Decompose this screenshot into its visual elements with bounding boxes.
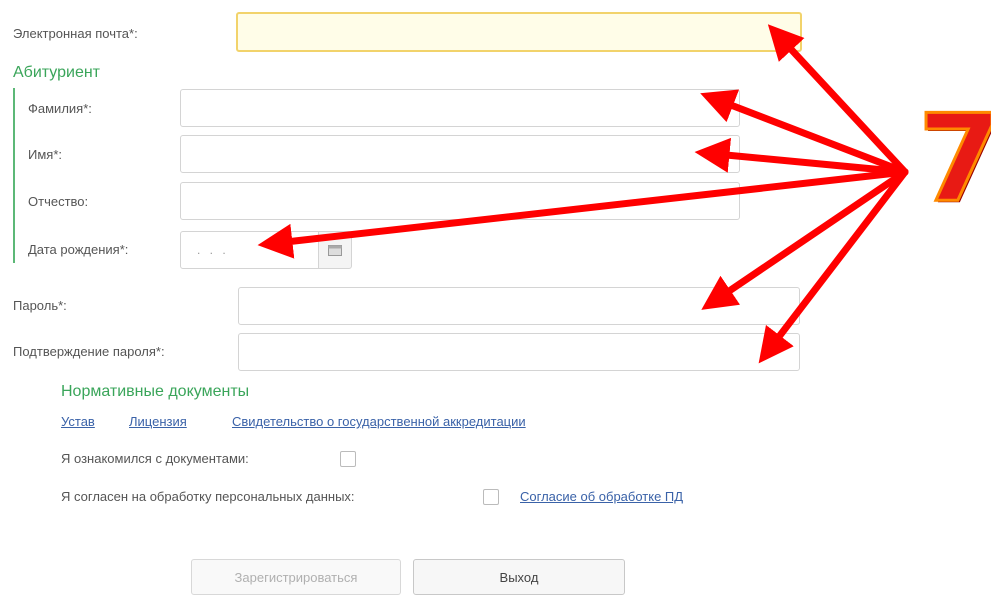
applicant-section-title: Абитуриент <box>13 64 100 81</box>
middle-name-input[interactable] <box>180 182 740 220</box>
password-confirm-label: Подтверждение пароля*: <box>13 344 165 359</box>
consent-checkbox[interactable] <box>483 489 499 505</box>
last-name-input[interactable] <box>180 89 740 127</box>
password-input[interactable] <box>238 287 800 325</box>
password-confirm-input[interactable] <box>238 333 800 371</box>
birth-date-label: Дата рождения*: <box>28 242 129 257</box>
annotation-number: 7 <box>917 90 991 229</box>
section-divider <box>13 88 15 263</box>
documents-section-title: Нормативные документы <box>61 383 250 400</box>
calendar-button[interactable] <box>318 231 352 269</box>
acknowledge-label: Я ознакомился с документами: <box>61 451 249 466</box>
license-link[interactable]: Лицензия <box>129 414 187 429</box>
password-label: Пароль*: <box>13 298 67 313</box>
email-input[interactable] <box>236 12 802 52</box>
consent-label: Я согласен на обработку персональных дан… <box>61 489 355 504</box>
calendar-icon <box>328 245 342 256</box>
first-name-label: Имя*: <box>28 147 62 162</box>
acknowledge-checkbox[interactable] <box>340 451 356 467</box>
arrow-password-confirm <box>758 168 909 364</box>
birth-date-placeholder: . . . <box>197 243 229 257</box>
arrow-email <box>767 24 909 176</box>
first-name-input[interactable] <box>180 135 740 173</box>
accreditation-link[interactable]: Свидетельство о государственной аккредит… <box>232 414 526 429</box>
last-name-label: Фамилия*: <box>28 101 92 116</box>
charter-link[interactable]: Устав <box>61 414 95 429</box>
consent-link[interactable]: Согласие об обработке ПД <box>520 489 683 504</box>
middle-name-label: Отчество: <box>28 194 89 209</box>
email-label: Электронная почта*: <box>13 26 138 41</box>
